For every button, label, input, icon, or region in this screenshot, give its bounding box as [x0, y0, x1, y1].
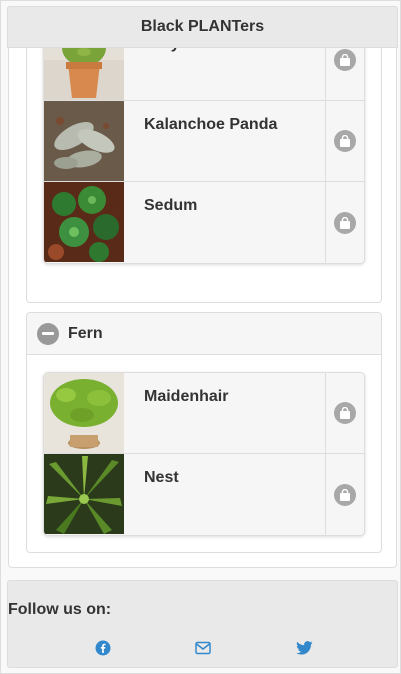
page-title: Black PLANTers — [140, 18, 265, 35]
maidenhair-photo — [44, 373, 124, 453]
plant-name[interactable]: Kalanchoe Panda — [124, 101, 326, 181]
plant-list: Jelly Beans — [43, 48, 365, 264]
buy-button[interactable] — [326, 48, 364, 100]
page-content: Jelly Beans — [8, 48, 397, 568]
app-page: Black PLANTers Kalanchoe Panda Sedum Fer… — [0, 0, 401, 674]
shopping-bag-icon — [334, 49, 356, 71]
list-item[interactable]: Sedum — [44, 182, 364, 263]
sedum-photo — [44, 182, 124, 262]
page-header: Black PLANTers — [7, 6, 398, 48]
list-item[interactable]: Maidenhair — [44, 373, 364, 454]
shopping-bag-icon — [334, 483, 356, 506]
shopping-bag-icon — [334, 130, 356, 152]
plant-name[interactable]: Nest — [124, 454, 326, 535]
plant-name[interactable]: Maidenhair — [124, 373, 326, 453]
kalanchoe-panda-photo — [44, 101, 124, 181]
jelly-beans-photo — [44, 48, 124, 100]
buy-button[interactable] — [326, 454, 364, 535]
plant-name[interactable]: Sedum — [124, 182, 326, 263]
list-item[interactable]: Kalanchoe Panda — [44, 101, 364, 182]
facebook-icon[interactable] — [93, 638, 113, 658]
buy-button[interactable] — [326, 101, 364, 181]
nest-photo — [44, 454, 124, 534]
section-title: Fern — [68, 324, 103, 342]
collapse-minus-icon — [37, 322, 59, 345]
collapsible-succulent: Jelly Beans — [26, 48, 382, 303]
shopping-bag-icon — [334, 211, 356, 234]
plant-name[interactable]: Jelly Beans — [124, 48, 326, 100]
page-footer: Follow us on: — [7, 580, 398, 668]
plant-list: Maidenhair Nest — [43, 372, 365, 536]
shopping-bag-icon — [334, 402, 356, 424]
list-item[interactable]: Jelly Beans — [44, 48, 364, 101]
follow-label: Follow us on: — [8, 601, 112, 618]
collapsible-header-fern[interactable]: Fern — [27, 313, 381, 355]
list-item[interactable]: Nest — [44, 454, 364, 535]
mail-icon[interactable] — [193, 638, 213, 658]
buy-button[interactable] — [326, 373, 364, 453]
buy-button[interactable] — [326, 182, 364, 263]
twitter-icon[interactable] — [294, 638, 314, 658]
collapsible-fern: Fern Maidenhair Nest — [26, 312, 382, 553]
